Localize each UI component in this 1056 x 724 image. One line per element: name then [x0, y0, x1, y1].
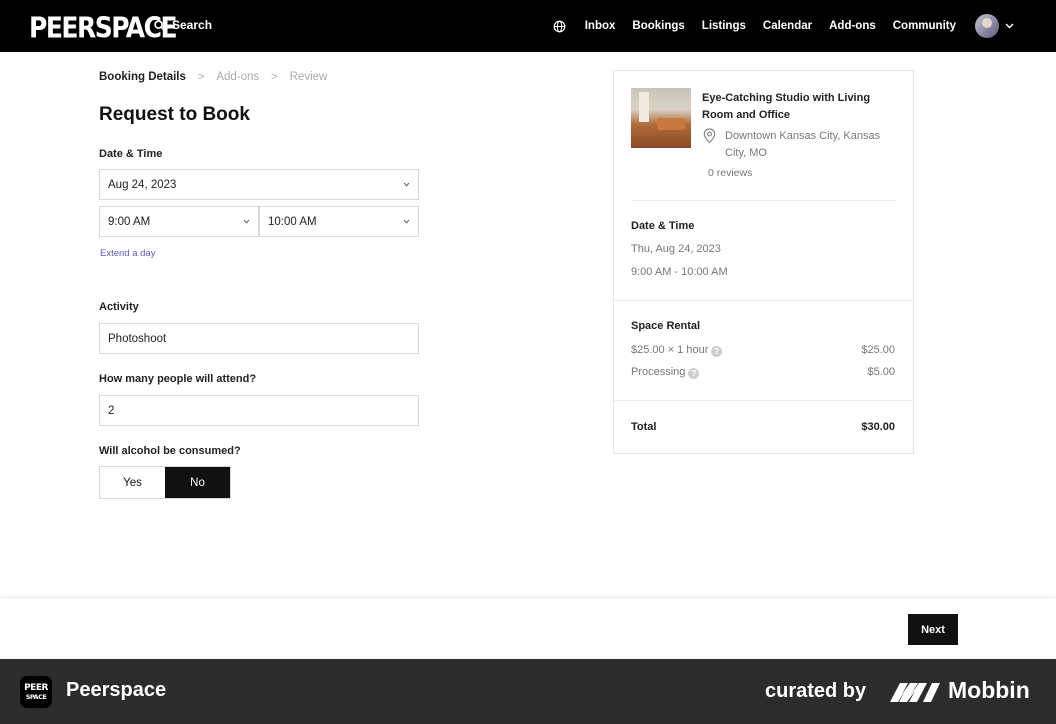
curated-by-label: curated by	[765, 680, 867, 702]
breadcrumb-separator: >	[197, 71, 205, 83]
date-time-label: Date & Time	[99, 148, 163, 160]
rate-amount: $25.00	[861, 344, 895, 356]
attendees-label: How many people will attend?	[99, 373, 257, 385]
start-time-value: 9:00 AM	[108, 215, 151, 228]
curated-banner: PEER SPACE Peerspace curated by Mobbin	[0, 659, 1056, 724]
date-value: Aug 24, 2023	[108, 178, 177, 191]
attendees-input[interactable]: 2	[99, 395, 419, 426]
processing-line: Processing?	[631, 366, 700, 379]
nav-link-calendar[interactable]: Calendar	[763, 20, 812, 32]
rate-line: $25.00 × 1 hour?	[631, 344, 723, 357]
alcohol-no-button[interactable]: No	[165, 467, 230, 498]
mobbin-logo-icon	[890, 681, 940, 703]
nav-link-community[interactable]: Community	[893, 20, 956, 32]
avatar	[975, 14, 999, 38]
listing-location: Downtown Kansas City, Kansas City, MO	[725, 130, 881, 159]
next-button[interactable]: Next	[908, 614, 958, 645]
summary-time-range: 9:00 AM - 10:00 AM	[631, 266, 728, 278]
nav-link-listings[interactable]: Listings	[702, 20, 746, 32]
nav-link-inbox[interactable]: Inbox	[585, 20, 616, 32]
end-time-value: 10:00 AM	[268, 215, 317, 228]
breadcrumb-separator: >	[271, 71, 278, 83]
breadcrumb-step-booking-details[interactable]: Booking Details	[99, 71, 186, 83]
activity-input[interactable]: Photoshoot	[99, 323, 419, 354]
processing-amount: $5.00	[867, 366, 895, 378]
summary-date: Thu, Aug 24, 2023	[631, 243, 721, 255]
chevron-down-icon	[403, 182, 410, 187]
processing-label: Processing	[631, 366, 686, 378]
end-time-select[interactable]: 10:00 AM	[259, 206, 419, 237]
breadcrumb-step-review[interactable]: Review	[290, 71, 328, 83]
booking-summary-card: Eye-Catching Studio with Living Room and…	[613, 70, 914, 454]
extend-a-day-link[interactable]: Extend a day	[100, 248, 155, 259]
alcohol-toggle: Yes No	[99, 466, 231, 499]
app-icon-text-bottom: SPACE	[25, 692, 47, 701]
peerspace-app-icon: PEER SPACE	[20, 676, 52, 708]
mobbin-brand: Mobbin	[948, 677, 1030, 703]
total-label: Total	[631, 421, 657, 433]
banner-app-name: Peerspace	[66, 679, 167, 701]
listing-reviews: 0 reviews	[708, 167, 753, 179]
globe-icon[interactable]	[553, 20, 566, 33]
start-time-select[interactable]: 9:00 AM	[99, 206, 259, 237]
account-menu[interactable]	[975, 14, 1014, 38]
page-title: Request to Book	[99, 104, 250, 125]
nav-link-bookings[interactable]: Bookings	[632, 20, 684, 32]
search-label: Search	[172, 18, 213, 32]
top-nav: PEERSPACE Search Inbox Bookings Listings…	[0, 0, 1056, 52]
listing-thumbnail[interactable]	[631, 88, 691, 148]
info-icon[interactable]: ?	[688, 368, 700, 379]
activity-label: Activity	[99, 301, 139, 313]
info-icon[interactable]: ?	[711, 346, 723, 357]
alcohol-yes-button[interactable]: Yes	[100, 467, 165, 498]
breadcrumb-step-add-ons[interactable]: Add-ons	[216, 71, 259, 83]
app-icon-text-top: PEER	[24, 682, 48, 693]
date-select[interactable]: Aug 24, 2023	[99, 169, 419, 200]
alcohol-label: Will alcohol be consumed?	[99, 445, 241, 457]
listing-title[interactable]: Eye-Catching Studio with Living Room and…	[702, 90, 892, 124]
chevron-down-icon	[403, 219, 410, 224]
location-pin-icon	[703, 128, 716, 144]
attendees-value: 2	[108, 404, 115, 417]
action-bar: Next	[0, 597, 1056, 659]
breadcrumb: Booking Details > Add-ons > Review	[99, 71, 327, 83]
summary-date-time-heading: Date & Time	[631, 220, 695, 232]
total-amount: $30.00	[861, 421, 895, 433]
nav-link-add-ons[interactable]: Add-ons	[829, 20, 876, 32]
space-rental-heading: Space Rental	[631, 320, 701, 332]
nav-links: Inbox Bookings Listings Calendar Add-ons…	[553, 0, 1056, 52]
activity-value: Photoshoot	[108, 332, 167, 345]
divider	[614, 400, 913, 401]
divider	[631, 200, 896, 201]
search-button[interactable]: Search	[154, 18, 212, 32]
divider	[614, 300, 913, 301]
rate-label: $25.00 × 1 hour	[631, 344, 709, 356]
chevron-down-icon	[243, 219, 250, 224]
search-icon	[154, 19, 165, 31]
chevron-down-icon	[1005, 23, 1014, 29]
